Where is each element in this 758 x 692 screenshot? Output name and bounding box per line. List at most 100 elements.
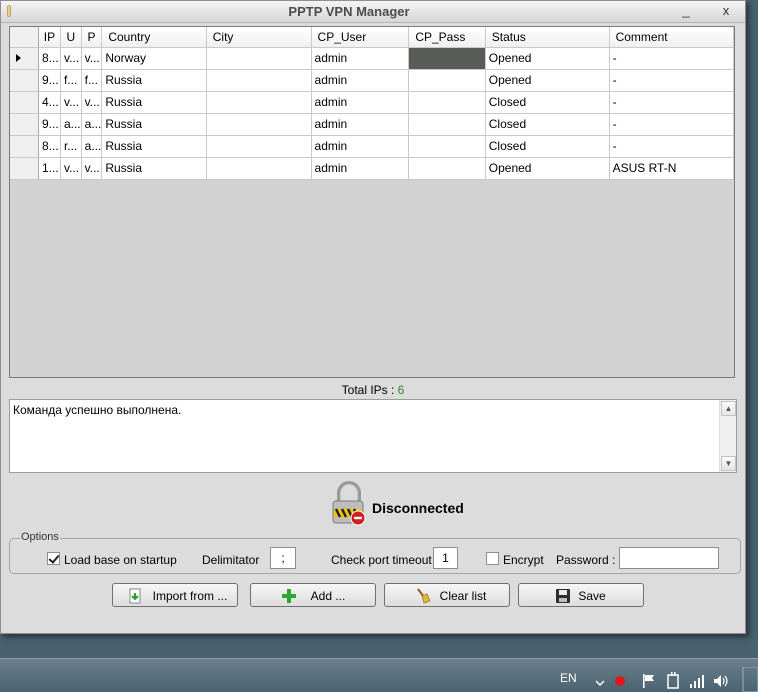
cell-cp-pass[interactable] (408, 157, 486, 180)
record-icon[interactable] (614, 675, 626, 687)
language-indicator[interactable]: EN (560, 671, 577, 685)
cell-cp-pass[interactable] (408, 113, 486, 136)
cell-ip[interactable]: 4... (38, 91, 61, 114)
cell-cp-pass[interactable] (408, 69, 486, 92)
row-header[interactable] (10, 113, 39, 136)
row-header[interactable] (10, 47, 39, 70)
table-row[interactable]: 4... v... v... Russia admin Closed - (10, 91, 734, 114)
cell-comment[interactable]: - (609, 135, 734, 158)
column-header-comment[interactable]: Comment (609, 27, 734, 48)
column-header-p[interactable]: P (81, 27, 103, 48)
cell-comment[interactable]: - (609, 91, 734, 114)
table-row[interactable]: 1... v... v... Russia admin Opened ASUS … (10, 157, 734, 180)
row-header[interactable] (10, 69, 39, 92)
network-signal-icon[interactable] (689, 673, 705, 689)
cell-country[interactable]: Russia (101, 135, 207, 158)
cell-comment[interactable]: - (609, 113, 734, 136)
cell-cp-user[interactable]: admin (311, 69, 410, 92)
column-header-u[interactable]: U (60, 27, 82, 48)
cell-comment[interactable]: - (609, 47, 734, 70)
row-header[interactable] (10, 91, 39, 114)
cell-country[interactable]: Russia (101, 113, 207, 136)
cell-ip[interactable]: 8... (38, 47, 61, 70)
table-row[interactable]: 9... f... f... Russia admin Opened - (10, 69, 734, 92)
cell-u[interactable]: r... (60, 135, 82, 158)
cell-status[interactable]: Opened (485, 157, 610, 180)
row-header[interactable] (10, 135, 39, 158)
minimize-button[interactable]: _ (675, 3, 697, 20)
cell-city[interactable] (206, 157, 312, 180)
cell-status[interactable]: Closed (485, 135, 610, 158)
vpn-grid[interactable]: IP U P Country City CP_User CP_Pass Stat… (9, 26, 735, 378)
cell-country[interactable]: Russia (101, 69, 207, 92)
clear-list-button[interactable]: Clear list (384, 583, 510, 607)
scroll-up-icon[interactable]: ▲ (721, 401, 736, 416)
row-header[interactable] (10, 157, 39, 180)
log-scrollbar[interactable]: ▲ ▼ (719, 400, 736, 472)
tray-arrow-icon[interactable] (596, 679, 604, 687)
column-header-cp-pass[interactable]: CP_Pass (408, 27, 486, 48)
cell-status[interactable]: Opened (485, 69, 610, 92)
table-row[interactable]: 8... v... v... Norway admin Opened - (10, 47, 734, 70)
check-port-timeout-input[interactable]: 1 (433, 547, 458, 569)
cell-country[interactable]: Norway (101, 47, 207, 70)
cell-ip[interactable]: 9... (38, 113, 61, 136)
cell-city[interactable] (206, 113, 312, 136)
cell-city[interactable] (206, 69, 312, 92)
column-header-country[interactable]: Country (101, 27, 207, 48)
cell-status[interactable]: Closed (485, 113, 610, 136)
show-desktop-icon[interactable] (741, 667, 758, 692)
cell-cp-user[interactable]: admin (311, 47, 410, 70)
cell-ip[interactable]: 9... (38, 69, 61, 92)
cell-cp-user[interactable]: admin (311, 91, 410, 114)
cell-u[interactable]: a... (60, 113, 82, 136)
volume-icon[interactable] (713, 673, 729, 689)
cell-p[interactable]: a... (81, 135, 103, 158)
cell-cp-user[interactable]: admin (311, 157, 410, 180)
cell-cp-user[interactable]: admin (311, 113, 410, 136)
column-header-cp-user[interactable]: CP_User (311, 27, 410, 48)
cell-city[interactable] (206, 135, 312, 158)
cell-comment[interactable]: - (609, 69, 734, 92)
cell-city[interactable] (206, 91, 312, 114)
cell-p[interactable]: v... (81, 91, 103, 114)
cell-p[interactable]: a... (81, 113, 103, 136)
cell-u[interactable]: f... (60, 69, 82, 92)
cell-ip[interactable]: 8... (38, 135, 61, 158)
cell-status[interactable]: Opened (485, 47, 610, 70)
column-header-city[interactable]: City (206, 27, 312, 48)
save-button[interactable]: Save (518, 583, 644, 607)
load-base-label[interactable]: Load base on startup (64, 553, 177, 567)
cell-cp-user[interactable]: admin (311, 135, 410, 158)
cell-status[interactable]: Closed (485, 91, 610, 114)
cell-country[interactable]: Russia (101, 91, 207, 114)
delimitator-input[interactable]: ; (270, 547, 296, 569)
close-button[interactable]: x (715, 3, 737, 20)
cell-ip[interactable]: 1... (38, 157, 61, 180)
column-header-status[interactable]: Status (485, 27, 610, 48)
import-button[interactable]: Import from ... (112, 583, 238, 607)
cell-p[interactable]: v... (81, 157, 103, 180)
cell-cp-pass[interactable] (408, 135, 486, 158)
scroll-down-icon[interactable]: ▼ (721, 456, 736, 471)
cell-p[interactable]: f... (81, 69, 103, 92)
table-row[interactable]: 8... r... a... Russia admin Closed - (10, 135, 734, 158)
cell-p[interactable]: v... (81, 47, 103, 70)
cell-u[interactable]: v... (60, 91, 82, 114)
log-output[interactable]: Команда успешно выполнена. ▲ ▼ (9, 399, 737, 473)
cell-cp-pass[interactable] (408, 91, 486, 114)
cell-u[interactable]: v... (60, 157, 82, 180)
column-header-ip[interactable]: IP (38, 27, 61, 48)
cell-comment[interactable]: ASUS RT-N (609, 157, 734, 180)
encrypt-label[interactable]: Encrypt (503, 553, 544, 567)
password-input[interactable] (619, 547, 719, 569)
load-base-checkbox[interactable] (47, 552, 60, 565)
encrypt-checkbox[interactable] (486, 552, 499, 565)
cell-city[interactable] (206, 47, 312, 70)
title-bar[interactable]: PPTP VPN Manager _ x (1, 1, 745, 23)
device-icon[interactable] (666, 672, 680, 690)
cell-country[interactable]: Russia (101, 157, 207, 180)
add-button[interactable]: Add ... (250, 583, 376, 607)
table-row[interactable]: 9... a... a... Russia admin Closed - (10, 113, 734, 136)
action-center-flag-icon[interactable] (642, 673, 656, 689)
